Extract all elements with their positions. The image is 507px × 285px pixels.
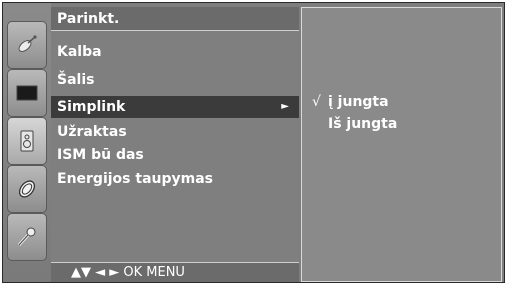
speaker-icon[interactable] — [7, 117, 47, 165]
menu-item-label: ISM bū das — [57, 147, 144, 163]
menu-item-label: Kalba — [57, 44, 102, 60]
navigation-hint-bar: ▲▼ ◄ ► OK MENU — [51, 262, 299, 282]
menu-item-label: Šalis — [57, 72, 95, 88]
option-key-icon[interactable] — [7, 213, 47, 261]
menu-item-power-saving[interactable]: Energijos taupymas — [51, 168, 299, 190]
menu-item-language[interactable]: Kalba — [51, 41, 299, 63]
submenu-item-label: Iš jungta — [328, 116, 398, 132]
satellite-dish-icon[interactable] — [7, 21, 47, 69]
menu-title: Parinkt. — [51, 7, 299, 31]
menu-item-label: Energijos taupymas — [57, 171, 213, 187]
submenu-item-on[interactable]: √ į jungta — [312, 92, 497, 112]
submenu-panel: √ į jungta Iš jungta — [301, 7, 502, 282]
menu-category-strip — [3, 3, 51, 282]
clock-icon[interactable] — [7, 165, 47, 213]
menu-panel: Parinkt. Kalba Šalis Simplink ► Užraktas… — [51, 7, 299, 282]
menu-item-label: Simplink — [57, 99, 126, 115]
submenu-arrow-icon: ► — [281, 101, 289, 112]
submenu-item-label: į jungta — [328, 94, 389, 110]
check-mark-icon: √ — [312, 94, 321, 110]
menu-item-lock[interactable]: Užraktas — [51, 121, 299, 143]
menu-item-ism-mode[interactable]: ISM bū das — [51, 144, 299, 166]
menu-item-simplink[interactable]: Simplink ► — [51, 96, 299, 118]
menu-item-country[interactable]: Šalis — [51, 69, 299, 91]
menu-item-label: Užraktas — [57, 124, 127, 140]
tv-screen-icon[interactable] — [7, 69, 47, 117]
submenu-item-off[interactable]: Iš jungta — [312, 114, 497, 134]
tv-osd-screen: Parinkt. Kalba Šalis Simplink ► Užraktas… — [2, 2, 505, 283]
